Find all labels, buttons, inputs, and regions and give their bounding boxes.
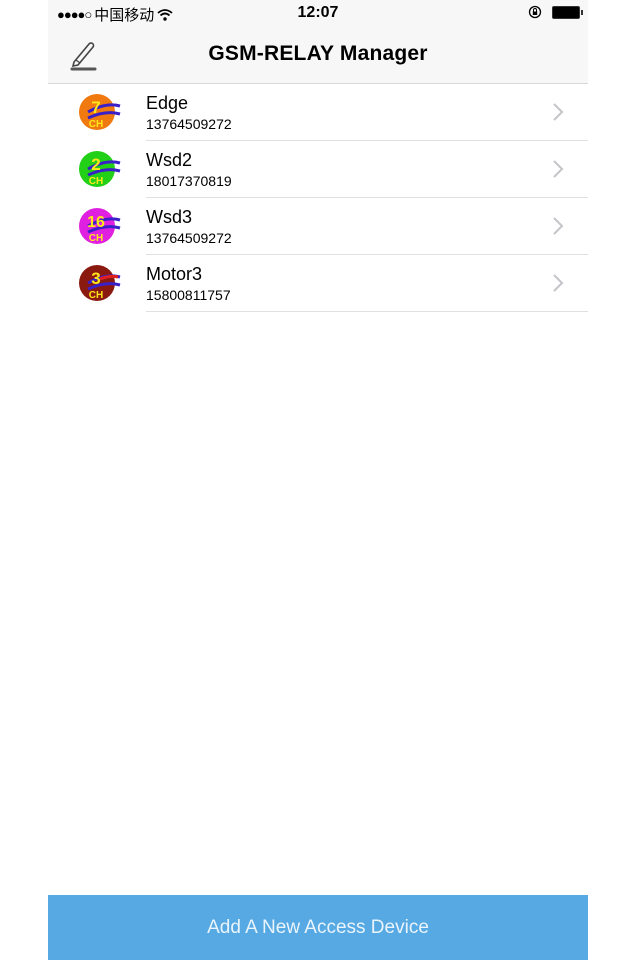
channel-count: 16 <box>87 214 105 231</box>
device-phone: 15800811757 <box>146 287 231 303</box>
channel-label: CH <box>89 290 103 301</box>
device-list: 7 CH Edge 13764509272 2 CH Wsd2 18017370… <box>48 84 588 312</box>
chevron-right-icon <box>553 103 564 121</box>
channel-count: 2 <box>91 155 100 174</box>
device-row[interactable]: 16 CH Wsd3 13764509272 <box>48 198 588 255</box>
add-device-button[interactable]: Add A New Access Device <box>48 895 588 960</box>
battery-icon <box>552 5 583 19</box>
status-time: 12:07 <box>297 4 339 21</box>
row-divider <box>146 311 588 312</box>
device-row[interactable]: 7 CH Edge 13764509272 <box>48 84 588 141</box>
device-name: Edge <box>146 93 189 113</box>
channel-badge-icon: 7 CH <box>79 94 121 130</box>
device-phone: 18017370819 <box>146 173 232 189</box>
device-row[interactable]: 2 CH Wsd2 18017370819 <box>48 141 588 198</box>
chevron-right-icon <box>553 274 564 292</box>
channel-label: CH <box>89 233 103 244</box>
device-phone: 13764509272 <box>146 230 232 246</box>
chevron-right-icon <box>553 217 564 235</box>
channel-badge-icon: 2 CH <box>79 151 121 187</box>
chevron-right-icon <box>553 160 564 178</box>
page-title: GSM-RELAY Manager <box>208 42 428 65</box>
device-name: Wsd3 <box>146 207 193 227</box>
channel-label: CH <box>89 119 103 130</box>
channel-label: CH <box>89 176 103 187</box>
device-name: Wsd2 <box>146 150 193 170</box>
device-row[interactable]: 3 CH Motor3 15800811757 <box>48 255 588 312</box>
channel-count: 3 <box>91 269 100 288</box>
device-name: Motor3 <box>146 264 203 284</box>
channel-badge-icon: 3 CH <box>79 265 121 301</box>
status-bar: ●●●●○ 中国移动 12:07 <box>48 0 588 28</box>
device-phone: 13764509272 <box>146 116 232 132</box>
rotation-lock-icon <box>528 5 542 19</box>
app-screen: ●●●●○ 中国移动 12:07 GSM-RELAY Manager 7 CH … <box>48 0 588 960</box>
navigation-bar: GSM-RELAY Manager <box>48 28 588 84</box>
channel-badge-icon: 16 CH <box>79 208 121 244</box>
channel-count: 7 <box>91 98 100 117</box>
